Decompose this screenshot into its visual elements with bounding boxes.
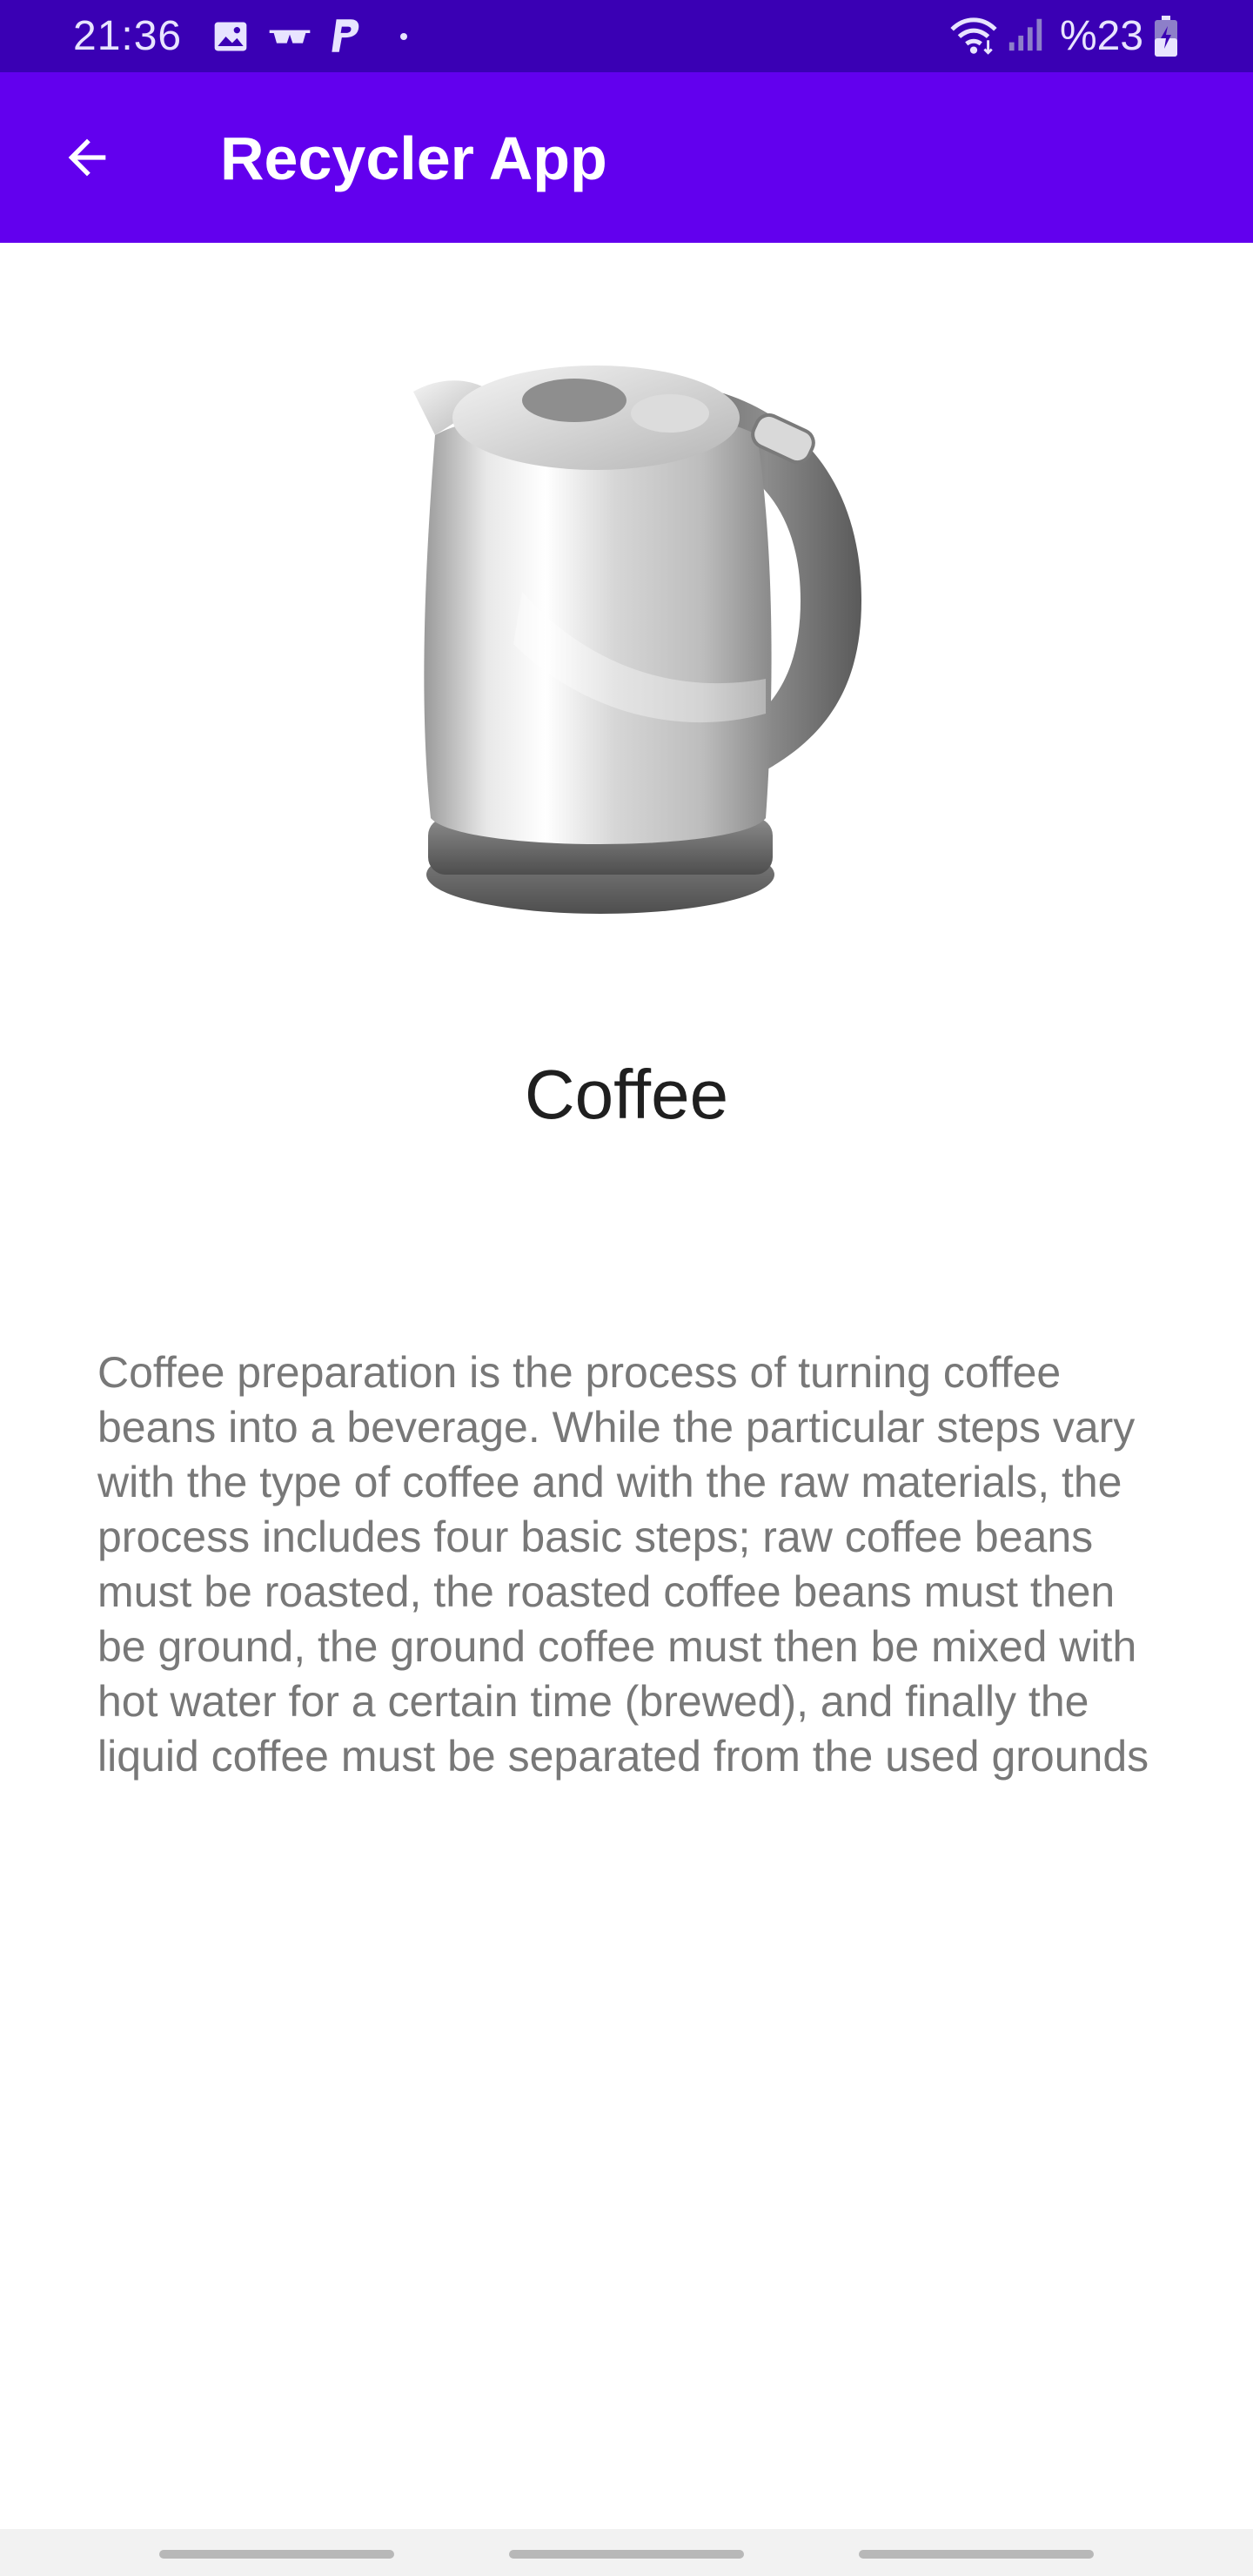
wifi-icon — [950, 17, 997, 55]
back-button[interactable] — [45, 116, 129, 199]
dot-icon — [400, 33, 407, 40]
paypal-icon — [332, 19, 359, 52]
back-nav-button[interactable] — [859, 2550, 1094, 2559]
item-description: Coffee preparation is the process of tur… — [97, 1348, 1149, 1781]
battery-percentage: %23 — [1060, 13, 1144, 59]
status-bar: 21:36 %23 — [0, 0, 1253, 72]
home-button[interactable] — [509, 2550, 744, 2559]
battery-charging-icon — [1155, 16, 1177, 57]
sunglasses-icon — [269, 30, 311, 44]
app-title: Recycler App — [220, 124, 607, 192]
image-icon — [214, 22, 247, 51]
navigation-bar — [0, 2529, 1253, 2576]
recents-button[interactable] — [159, 2550, 394, 2559]
item-title: Coffee — [524, 1056, 729, 1133]
signal-icon — [1008, 18, 1042, 51]
arrow-back-icon — [68, 138, 106, 177]
app-bar: Recycler App — [0, 72, 1253, 243]
screen: 21:36 %23 Recycler App Coffee Coffee pre… — [0, 0, 1253, 2576]
kettle-image — [413, 366, 861, 914]
status-time: 21:36 — [73, 13, 183, 59]
